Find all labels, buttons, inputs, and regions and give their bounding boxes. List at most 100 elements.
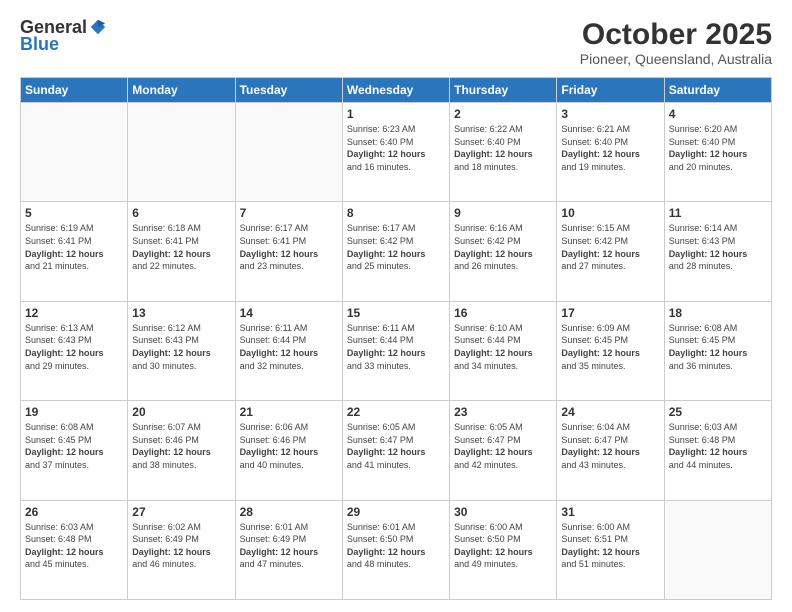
week-row-2: 5Sunrise: 6:19 AMSunset: 6:41 PMDaylight… [21,202,772,301]
calendar-cell: 21Sunrise: 6:06 AMSunset: 6:46 PMDayligh… [235,401,342,500]
week-row-1: 1 Sunrise: 6:23 AMSunset: 6:40 PMDaylight… [21,103,772,202]
day-info: Sunrise: 6:01 AMSunset: 6:49 PMDaylight:… [240,521,338,571]
calendar-cell: 12Sunrise: 6:13 AMSunset: 6:43 PMDayligh… [21,301,128,400]
calendar-cell: 27 Sunrise: 6:02 AMSunset: 6:49 PMDayligh… [128,500,235,599]
logo-blue-text: Blue [20,34,59,55]
day-number: 26 [25,505,123,519]
calendar-cell: 6Sunrise: 6:18 AMSunset: 6:41 PMDaylight… [128,202,235,301]
header-row: SundayMondayTuesdayWednesdayThursdayFrid… [21,78,772,103]
calendar-cell: 2 Sunrise: 6:22 AMSunset: 6:40 PMDaylight… [450,103,557,202]
day-info: Sunrise: 6:20 AMSunset: 6:40 PMDaylight:… [669,123,767,173]
calendar-cell: 7 Sunrise: 6:17 AMSunset: 6:41 PMDaylight… [235,202,342,301]
week-row-5: 26 Sunrise: 6:03 AMSunset: 6:48 PMDayligh… [21,500,772,599]
day-number: 14 [240,306,338,320]
calendar-cell: 1 Sunrise: 6:23 AMSunset: 6:40 PMDaylight… [342,103,449,202]
day-info: Sunrise: 6:01 AMSunset: 6:50 PMDaylight:… [347,521,445,571]
title-block: October 2025 Pioneer, Queensland, Austra… [580,18,772,67]
calendar-cell: 30 Sunrise: 6:00 AMSunset: 6:50 PMDayligh… [450,500,557,599]
day-info: Sunrise: 6:16 AMSunset: 6:42 PMDaylight:… [454,222,552,272]
day-number: 9 [454,206,552,220]
day-number: 23 [454,405,552,419]
day-number: 28 [240,505,338,519]
week-row-3: 12Sunrise: 6:13 AMSunset: 6:43 PMDayligh… [21,301,772,400]
day-number: 7 [240,206,338,220]
calendar-cell [21,103,128,202]
day-number: 8 [347,206,445,220]
calendar-cell: 16Sunrise: 6:10 AMSunset: 6:44 PMDayligh… [450,301,557,400]
calendar-cell: 4 Sunrise: 6:20 AMSunset: 6:40 PMDaylight… [664,103,771,202]
calendar-cell: 5Sunrise: 6:19 AMSunset: 6:41 PMDaylight… [21,202,128,301]
calendar-cell: 15 Sunrise: 6:11 AMSunset: 6:44 PMDayligh… [342,301,449,400]
logo-icon [89,18,107,36]
day-number: 24 [561,405,659,419]
calendar-cell: 18 Sunrise: 6:08 AMSunset: 6:45 PMDayligh… [664,301,771,400]
day-number: 12 [25,306,123,320]
header: General Blue October 2025 Pioneer, Queen… [20,18,772,67]
day-info: Sunrise: 6:14 AMSunset: 6:43 PMDaylight:… [669,222,767,272]
day-info: Sunrise: 6:19 AMSunset: 6:41 PMDaylight:… [25,222,123,272]
week-row-4: 19Sunrise: 6:08 AMSunset: 6:45 PMDayligh… [21,401,772,500]
day-info: Sunrise: 6:11 AMSunset: 6:44 PMDaylight:… [347,322,445,372]
calendar-table: SundayMondayTuesdayWednesdayThursdayFrid… [20,77,772,600]
day-info: Sunrise: 6:21 AMSunset: 6:40 PMDaylight:… [561,123,659,173]
day-number: 17 [561,306,659,320]
day-info: Sunrise: 6:15 AMSunset: 6:42 PMDaylight:… [561,222,659,272]
day-info: Sunrise: 6:22 AMSunset: 6:40 PMDaylight:… [454,123,552,173]
day-number: 15 [347,306,445,320]
day-number: 6 [132,206,230,220]
day-info: Sunrise: 6:23 AMSunset: 6:40 PMDaylight:… [347,123,445,173]
day-info: Sunrise: 6:02 AMSunset: 6:49 PMDaylight:… [132,521,230,571]
col-header-wednesday: Wednesday [342,78,449,103]
day-info: Sunrise: 6:00 AMSunset: 6:51 PMDaylight:… [561,521,659,571]
calendar-title: October 2025 [580,18,772,51]
day-number: 10 [561,206,659,220]
day-info: Sunrise: 6:03 AMSunset: 6:48 PMDaylight:… [669,421,767,471]
day-number: 30 [454,505,552,519]
day-number: 27 [132,505,230,519]
col-header-tuesday: Tuesday [235,78,342,103]
day-info: Sunrise: 6:03 AMSunset: 6:48 PMDaylight:… [25,521,123,571]
day-info: Sunrise: 6:00 AMSunset: 6:50 PMDaylight:… [454,521,552,571]
calendar-cell: 23Sunrise: 6:05 AMSunset: 6:47 PMDayligh… [450,401,557,500]
day-number: 31 [561,505,659,519]
day-info: Sunrise: 6:17 AMSunset: 6:41 PMDaylight:… [240,222,338,272]
day-number: 1 [347,107,445,121]
day-info: Sunrise: 6:09 AMSunset: 6:45 PMDaylight:… [561,322,659,372]
calendar-cell: 25 Sunrise: 6:03 AMSunset: 6:48 PMDayligh… [664,401,771,500]
calendar-cell: 14 Sunrise: 6:11 AMSunset: 6:44 PMDayligh… [235,301,342,400]
calendar-cell: 22Sunrise: 6:05 AMSunset: 6:47 PMDayligh… [342,401,449,500]
calendar-cell [128,103,235,202]
day-number: 2 [454,107,552,121]
day-info: Sunrise: 6:08 AMSunset: 6:45 PMDaylight:… [669,322,767,372]
col-header-friday: Friday [557,78,664,103]
col-header-sunday: Sunday [21,78,128,103]
col-header-monday: Monday [128,78,235,103]
logo: General Blue [20,18,107,55]
calendar-cell [235,103,342,202]
calendar-cell: 24 Sunrise: 6:04 AMSunset: 6:47 PMDayligh… [557,401,664,500]
day-info: Sunrise: 6:11 AMSunset: 6:44 PMDaylight:… [240,322,338,372]
day-info: Sunrise: 6:17 AMSunset: 6:42 PMDaylight:… [347,222,445,272]
day-number: 25 [669,405,767,419]
calendar-cell: 13Sunrise: 6:12 AMSunset: 6:43 PMDayligh… [128,301,235,400]
day-number: 21 [240,405,338,419]
day-number: 29 [347,505,445,519]
col-header-thursday: Thursday [450,78,557,103]
calendar-cell: 17 Sunrise: 6:09 AMSunset: 6:45 PMDayligh… [557,301,664,400]
calendar-cell: 20 Sunrise: 6:07 AMSunset: 6:46 PMDayligh… [128,401,235,500]
calendar-cell [664,500,771,599]
calendar-cell: 9 Sunrise: 6:16 AMSunset: 6:42 PMDaylight… [450,202,557,301]
day-info: Sunrise: 6:07 AMSunset: 6:46 PMDaylight:… [132,421,230,471]
day-number: 11 [669,206,767,220]
day-number: 18 [669,306,767,320]
calendar-cell: 3Sunrise: 6:21 AMSunset: 6:40 PMDaylight… [557,103,664,202]
day-info: Sunrise: 6:04 AMSunset: 6:47 PMDaylight:… [561,421,659,471]
page: General Blue October 2025 Pioneer, Queen… [0,0,792,612]
day-number: 22 [347,405,445,419]
day-number: 19 [25,405,123,419]
calendar-cell: 31 Sunrise: 6:00 AMSunset: 6:51 PMDayligh… [557,500,664,599]
day-number: 20 [132,405,230,419]
day-number: 4 [669,107,767,121]
calendar-cell: 19Sunrise: 6:08 AMSunset: 6:45 PMDayligh… [21,401,128,500]
col-header-saturday: Saturday [664,78,771,103]
